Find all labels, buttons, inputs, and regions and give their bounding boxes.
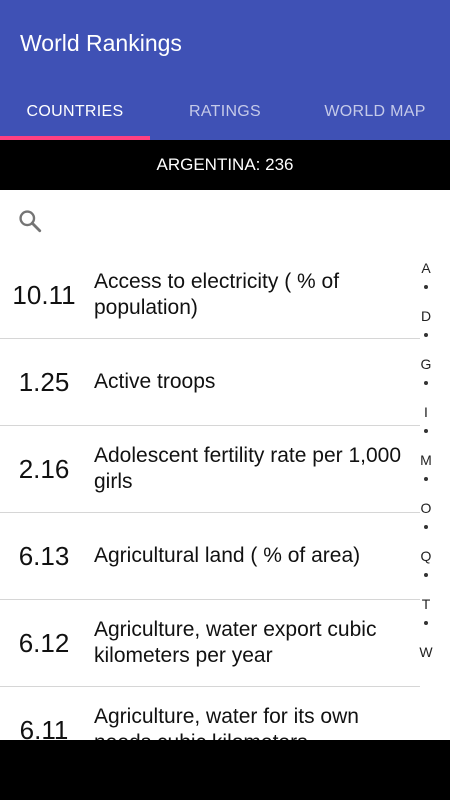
search-row [0, 190, 420, 252]
ranking-value: 6.11 [19, 714, 69, 741]
tab-countries[interactable]: COUNTRIES [0, 84, 150, 140]
index-dot [424, 333, 428, 337]
ranking-label: Agriculture, water export cubic kilomete… [94, 618, 377, 667]
index-dot [424, 573, 428, 577]
ranking-label: Access to electricity ( % of population) [94, 270, 340, 319]
list-item[interactable]: 2.16 Adolescent fertility rate per 1,000… [0, 426, 420, 513]
tab-ratings[interactable]: RATINGS [150, 84, 300, 140]
selected-country-text: ARGENTINA: 236 [156, 155, 294, 174]
index-letter-o[interactable]: O [421, 498, 432, 518]
tab-world-map[interactable]: WORLD MAP [300, 84, 450, 140]
index-letter-q[interactable]: Q [421, 546, 432, 566]
index-dot [424, 381, 428, 385]
list-item[interactable]: 6.13 Agricultural land ( % of area) [0, 513, 420, 600]
ranking-value: 6.13 [18, 540, 70, 571]
index-letter-t[interactable]: T [422, 594, 431, 614]
ranking-label: Active troops [94, 370, 216, 393]
ranking-value: 2.16 [18, 453, 70, 484]
ranking-label: Agriculture, water for its own needs cub… [94, 705, 359, 740]
index-letter-i[interactable]: I [424, 402, 428, 422]
app-title: World Rankings [20, 30, 182, 56]
ranking-label: Adolescent fertility rate per 1,000 girl… [94, 444, 402, 493]
selected-country-banner[interactable]: ARGENTINA: 236 [0, 140, 450, 190]
search-icon[interactable] [17, 208, 43, 234]
index-letter-m[interactable]: M [420, 450, 432, 470]
tab-bar: COUNTRIES RATINGS WORLD MAP [0, 84, 450, 140]
index-dot [424, 285, 428, 289]
list-item[interactable]: 6.12 Agriculture, water export cubic kil… [0, 600, 420, 687]
ranking-value: 1.25 [18, 366, 70, 397]
list-item[interactable]: 1.25 Active troops [0, 339, 420, 426]
rankings-content: 10.11 Access to electricity ( % of popul… [0, 190, 450, 740]
ranking-label: Agricultural land ( % of area) [94, 544, 361, 567]
index-dot [424, 429, 428, 433]
index-letter-a[interactable]: A [421, 258, 430, 278]
ranking-value: 10.11 [12, 279, 76, 310]
system-nav-bar [0, 740, 450, 800]
list-item[interactable]: 10.11 Access to electricity ( % of popul… [0, 252, 420, 339]
alphabet-index: A D G I M O Q T W [412, 258, 440, 662]
index-dot [424, 525, 428, 529]
index-letter-w[interactable]: W [419, 642, 432, 662]
app-bar: World Rankings COUNTRIES RATINGS WORLD M… [0, 0, 450, 140]
index-dot [424, 477, 428, 481]
index-letter-g[interactable]: G [421, 354, 432, 374]
ranking-value: 6.12 [18, 627, 70, 658]
index-letter-d[interactable]: D [421, 306, 431, 326]
rankings-list: 10.11 Access to electricity ( % of popul… [0, 252, 420, 740]
list-item[interactable]: 6.11 Agriculture, water for its own need… [0, 687, 420, 740]
index-dot [424, 621, 428, 625]
